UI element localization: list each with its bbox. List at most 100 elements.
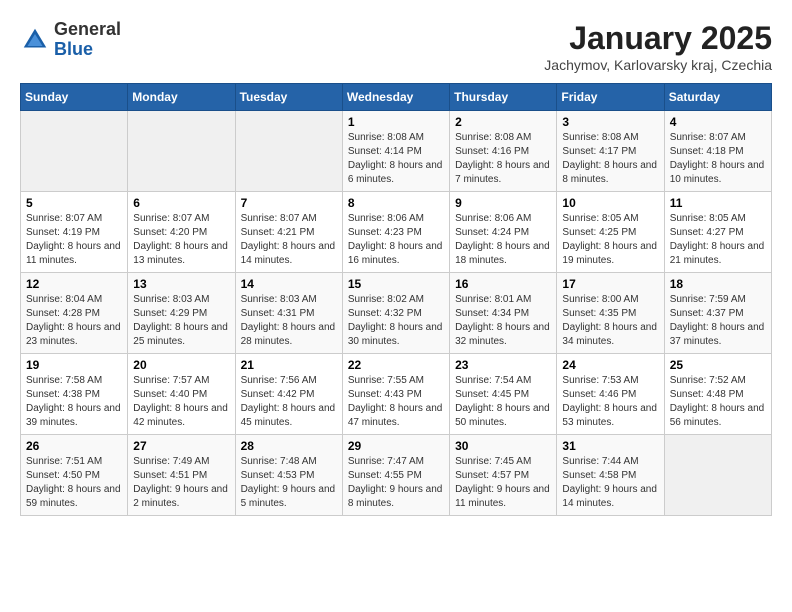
day-content: Sunrise: 7:52 AM Sunset: 4:48 PM Dayligh… <box>670 374 766 430</box>
day-content: Sunrise: 7:56 AM Sunset: 4:42 PM Dayligh… <box>241 374 337 430</box>
calendar-cell: 27Sunrise: 7:49 AM Sunset: 4:51 PM Dayli… <box>128 435 235 516</box>
day-number: 22 <box>348 358 444 372</box>
day-number: 14 <box>241 277 337 291</box>
day-number: 17 <box>562 277 658 291</box>
header-day-thursday: Thursday <box>450 84 557 111</box>
day-number: 11 <box>670 196 766 210</box>
day-content: Sunrise: 7:44 AM Sunset: 4:58 PM Dayligh… <box>562 455 658 511</box>
day-content: Sunrise: 8:07 AM Sunset: 4:19 PM Dayligh… <box>26 212 122 268</box>
calendar-cell: 12 Sunrise: 8:04 AM Sunset: 4:28 PM Dayli… <box>21 273 128 354</box>
logo-icon <box>20 25 50 55</box>
calendar-cell: 13 Sunrise: 8:03 AM Sunset: 4:29 PM Dayli… <box>128 273 235 354</box>
calendar-cell: 20 Sunrise: 7:57 AM Sunset: 4:40 PM Dayli… <box>128 354 235 435</box>
calendar-cell: 31 Sunrise: 7:44 AM Sunset: 4:58 PM Dayli… <box>557 435 664 516</box>
day-content: Sunrise: 8:03 AM Sunset: 4:29 PM Dayligh… <box>133 293 229 349</box>
calendar-cell: 4 Sunrise: 8:07 AM Sunset: 4:18 PM Daylig… <box>664 111 771 192</box>
header-day-tuesday: Tuesday <box>235 84 342 111</box>
calendar-cell: 9 Sunrise: 8:06 AM Sunset: 4:24 PM Daylig… <box>450 192 557 273</box>
day-number: 3 <box>562 115 658 129</box>
calendar-cell <box>235 111 342 192</box>
day-number: 24 <box>562 358 658 372</box>
day-number: 29 <box>348 439 444 453</box>
header-day-monday: Monday <box>128 84 235 111</box>
day-content: Sunrise: 8:08 AM Sunset: 4:16 PM Dayligh… <box>455 131 551 187</box>
day-number: 21 <box>241 358 337 372</box>
day-content: Sunrise: 7:58 AM Sunset: 4:38 PM Dayligh… <box>26 374 122 430</box>
day-content: Sunrise: 8:04 AM Sunset: 4:28 PM Dayligh… <box>26 293 122 349</box>
day-number: 8 <box>348 196 444 210</box>
day-number: 12 <box>26 277 122 291</box>
calendar-body: 1Sunrise: 8:08 AM Sunset: 4:14 PM Daylig… <box>21 111 772 516</box>
day-content: Sunrise: 7:59 AM Sunset: 4:37 PM Dayligh… <box>670 293 766 349</box>
day-content: Sunrise: 8:08 AM Sunset: 4:14 PM Dayligh… <box>348 131 444 187</box>
day-number: 31 <box>562 439 658 453</box>
calendar-cell <box>664 435 771 516</box>
day-content: Sunrise: 8:06 AM Sunset: 4:23 PM Dayligh… <box>348 212 444 268</box>
day-content: Sunrise: 7:49 AM Sunset: 4:51 PM Dayligh… <box>133 455 229 511</box>
calendar-cell: 21 Sunrise: 7:56 AM Sunset: 4:42 PM Dayli… <box>235 354 342 435</box>
header-day-saturday: Saturday <box>664 84 771 111</box>
day-number: 5 <box>26 196 122 210</box>
day-content: Sunrise: 7:55 AM Sunset: 4:43 PM Dayligh… <box>348 374 444 430</box>
calendar-cell: 29 Sunrise: 7:47 AM Sunset: 4:55 PM Dayli… <box>342 435 449 516</box>
day-content: Sunrise: 8:08 AM Sunset: 4:17 PM Dayligh… <box>562 131 658 187</box>
calendar-cell: 25 Sunrise: 7:52 AM Sunset: 4:48 PM Dayli… <box>664 354 771 435</box>
day-content: Sunrise: 8:07 AM Sunset: 4:18 PM Dayligh… <box>670 131 766 187</box>
calendar-week-4: 19 Sunrise: 7:58 AM Sunset: 4:38 PM Dayli… <box>21 354 772 435</box>
day-number: 26 <box>26 439 122 453</box>
day-number: 7 <box>241 196 337 210</box>
calendar-cell: 1Sunrise: 8:08 AM Sunset: 4:14 PM Daylig… <box>342 111 449 192</box>
calendar-table: SundayMondayTuesdayWednesdayThursdayFrid… <box>20 83 772 516</box>
day-content: Sunrise: 8:05 AM Sunset: 4:27 PM Dayligh… <box>670 212 766 268</box>
day-content: Sunrise: 8:01 AM Sunset: 4:34 PM Dayligh… <box>455 293 551 349</box>
day-number: 25 <box>670 358 766 372</box>
calendar-cell: 14 Sunrise: 8:03 AM Sunset: 4:31 PM Dayli… <box>235 273 342 354</box>
calendar-cell: 23 Sunrise: 7:54 AM Sunset: 4:45 PM Dayli… <box>450 354 557 435</box>
calendar-cell: 15Sunrise: 8:02 AM Sunset: 4:32 PM Dayli… <box>342 273 449 354</box>
calendar-week-1: 1Sunrise: 8:08 AM Sunset: 4:14 PM Daylig… <box>21 111 772 192</box>
day-content: Sunrise: 8:05 AM Sunset: 4:25 PM Dayligh… <box>562 212 658 268</box>
day-content: Sunrise: 7:51 AM Sunset: 4:50 PM Dayligh… <box>26 455 122 511</box>
day-content: Sunrise: 7:45 AM Sunset: 4:57 PM Dayligh… <box>455 455 551 511</box>
day-content: Sunrise: 7:54 AM Sunset: 4:45 PM Dayligh… <box>455 374 551 430</box>
day-number: 2 <box>455 115 551 129</box>
day-number: 4 <box>670 115 766 129</box>
logo-blue: Blue <box>54 40 121 60</box>
calendar-week-3: 12 Sunrise: 8:04 AM Sunset: 4:28 PM Dayli… <box>21 273 772 354</box>
calendar-cell: 30Sunrise: 7:45 AM Sunset: 4:57 PM Dayli… <box>450 435 557 516</box>
day-number: 15 <box>348 277 444 291</box>
day-number: 28 <box>241 439 337 453</box>
calendar-cell: 2 Sunrise: 8:08 AM Sunset: 4:16 PM Daylig… <box>450 111 557 192</box>
header-day-sunday: Sunday <box>21 84 128 111</box>
calendar-subtitle: Jachymov, Karlovarsky kraj, Czechia <box>544 57 772 73</box>
day-content: Sunrise: 7:53 AM Sunset: 4:46 PM Dayligh… <box>562 374 658 430</box>
header-row: SundayMondayTuesdayWednesdayThursdayFrid… <box>21 84 772 111</box>
day-content: Sunrise: 7:47 AM Sunset: 4:55 PM Dayligh… <box>348 455 444 511</box>
day-content: Sunrise: 8:06 AM Sunset: 4:24 PM Dayligh… <box>455 212 551 268</box>
day-number: 6 <box>133 196 229 210</box>
title-block: January 2025 Jachymov, Karlovarsky kraj,… <box>544 20 772 73</box>
day-number: 10 <box>562 196 658 210</box>
day-number: 20 <box>133 358 229 372</box>
calendar-cell: 19 Sunrise: 7:58 AM Sunset: 4:38 PM Dayli… <box>21 354 128 435</box>
day-content: Sunrise: 7:48 AM Sunset: 4:53 PM Dayligh… <box>241 455 337 511</box>
day-number: 13 <box>133 277 229 291</box>
calendar-cell: 11 Sunrise: 8:05 AM Sunset: 4:27 PM Dayli… <box>664 192 771 273</box>
calendar-cell: 17Sunrise: 8:00 AM Sunset: 4:35 PM Dayli… <box>557 273 664 354</box>
day-content: Sunrise: 8:07 AM Sunset: 4:20 PM Dayligh… <box>133 212 229 268</box>
day-number: 9 <box>455 196 551 210</box>
day-content: Sunrise: 7:57 AM Sunset: 4:40 PM Dayligh… <box>133 374 229 430</box>
calendar-cell: 26 Sunrise: 7:51 AM Sunset: 4:50 PM Dayli… <box>21 435 128 516</box>
day-number: 19 <box>26 358 122 372</box>
logo-text: General Blue <box>54 20 121 60</box>
calendar-cell: 28 Sunrise: 7:48 AM Sunset: 4:53 PM Dayli… <box>235 435 342 516</box>
day-content: Sunrise: 8:03 AM Sunset: 4:31 PM Dayligh… <box>241 293 337 349</box>
day-number: 23 <box>455 358 551 372</box>
calendar-header: SundayMondayTuesdayWednesdayThursdayFrid… <box>21 84 772 111</box>
calendar-week-2: 5 Sunrise: 8:07 AM Sunset: 4:19 PM Daylig… <box>21 192 772 273</box>
calendar-cell: 22 Sunrise: 7:55 AM Sunset: 4:43 PM Dayli… <box>342 354 449 435</box>
calendar-cell: 24 Sunrise: 7:53 AM Sunset: 4:46 PM Dayli… <box>557 354 664 435</box>
day-number: 18 <box>670 277 766 291</box>
logo: General Blue <box>20 20 121 60</box>
calendar-cell: 8 Sunrise: 8:06 AM Sunset: 4:23 PM Daylig… <box>342 192 449 273</box>
